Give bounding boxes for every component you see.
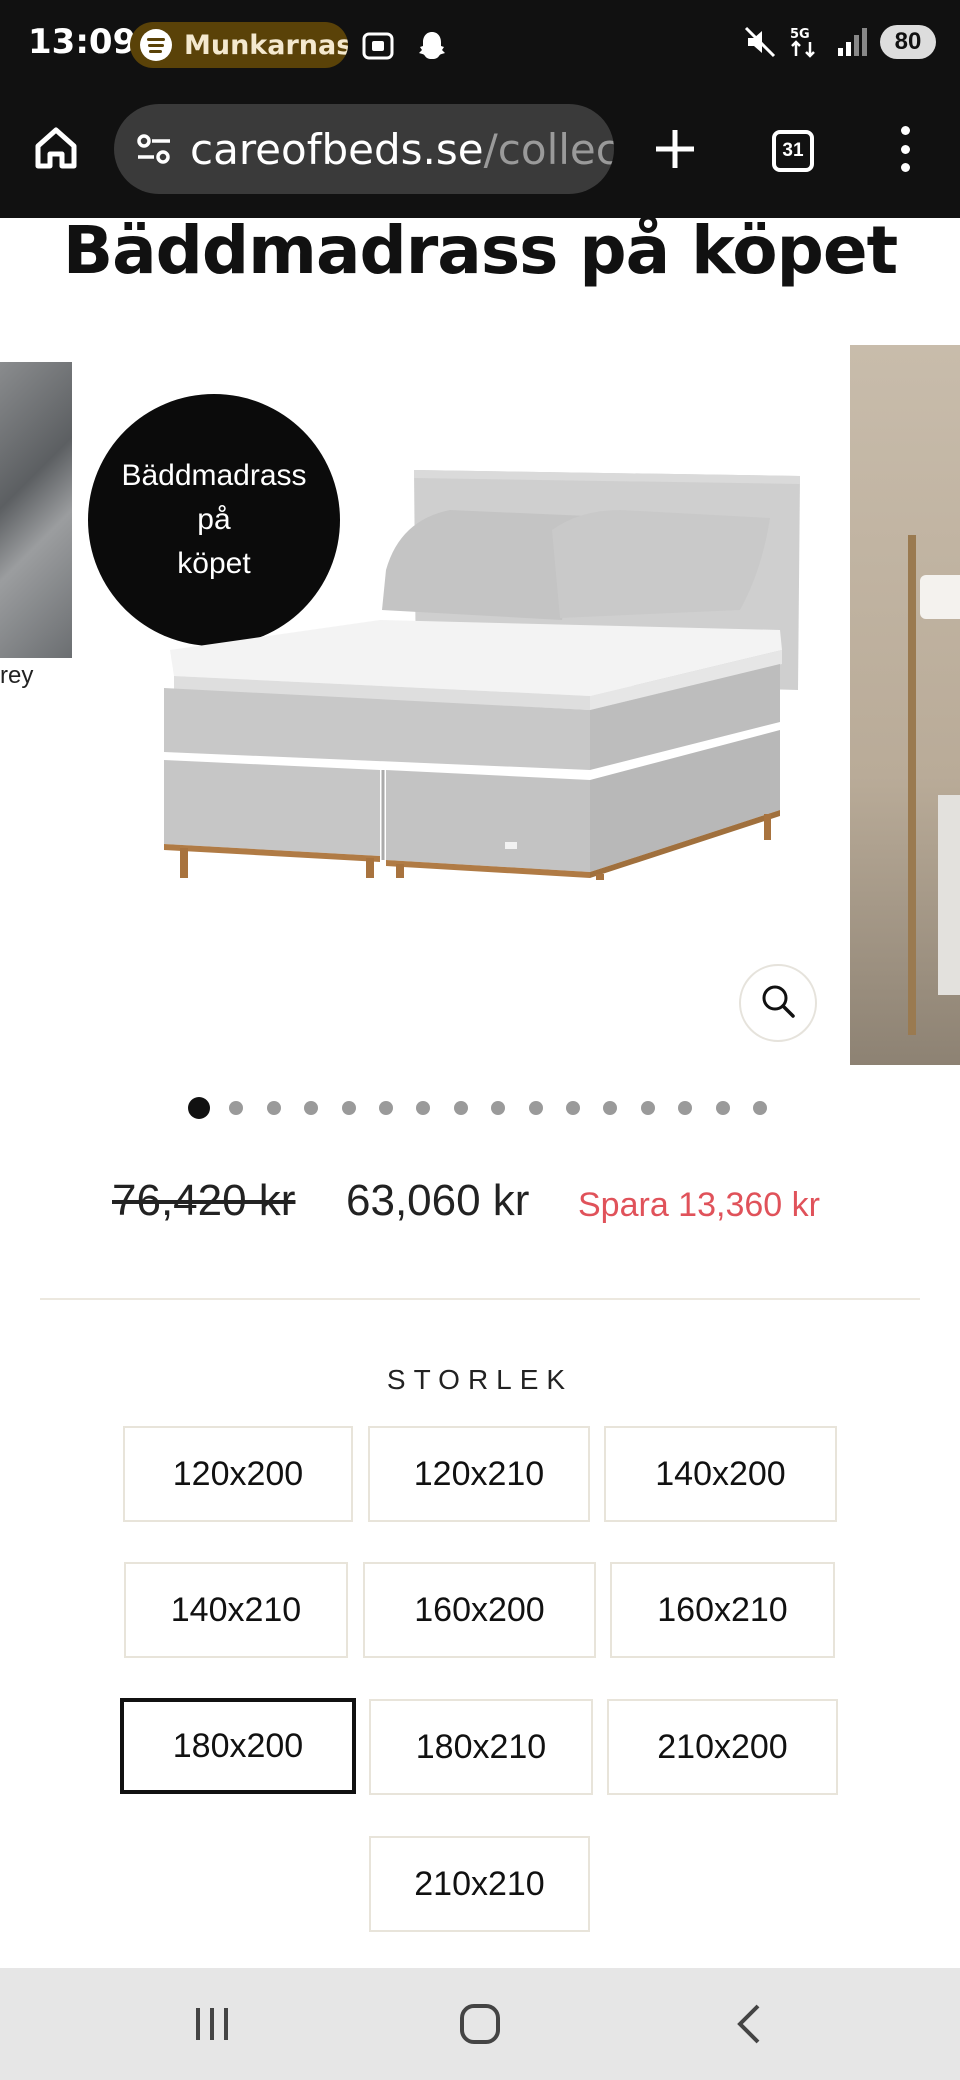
site-settings-icon[interactable] (134, 129, 174, 169)
size-option-120x210[interactable]: 120x210 (368, 1426, 590, 1522)
previous-slide-image[interactable] (0, 362, 72, 658)
pagination-dot[interactable] (491, 1101, 505, 1115)
size-option-120x200[interactable]: 120x200 (123, 1426, 353, 1522)
pagination-dot[interactable] (229, 1101, 243, 1115)
pagination-dot[interactable] (267, 1101, 281, 1115)
url-path: /collect (483, 124, 614, 174)
mute-icon (742, 24, 778, 60)
network-5g-icon: 5G (788, 24, 824, 60)
snapchat-icon (414, 28, 450, 64)
home-icon[interactable] (30, 122, 82, 174)
size-option-160x210[interactable]: 160x210 (610, 1562, 835, 1658)
status-bar: 13:09 Munkarnas 5G 80 (0, 0, 960, 92)
recent-apps-icon[interactable] (186, 1998, 238, 2050)
pagination-dot[interactable] (603, 1101, 617, 1115)
size-option-140x210[interactable]: 140x210 (124, 1562, 348, 1658)
address-bar[interactable]: careofbeds.se/collect (114, 104, 614, 194)
url-domain: careofbeds.se (190, 124, 484, 174)
url-text: careofbeds.se/collect (190, 125, 614, 174)
size-option-180x210[interactable]: 180x210 (369, 1699, 593, 1795)
size-selector-label: STORLEK (386, 1364, 574, 1395)
pagination-dot[interactable] (342, 1101, 356, 1115)
new-tab-icon[interactable] (652, 126, 698, 172)
pagination-dot[interactable] (716, 1101, 730, 1115)
previous-slide-caption: rey (0, 662, 34, 689)
svg-text:5G: 5G (790, 27, 810, 42)
pagination-dot[interactable] (641, 1101, 655, 1115)
size-option-210x210[interactable]: 210x210 (369, 1836, 590, 1932)
price-row: 76,420 kr 63,060 kr Spara 13,360 kr (0, 1176, 960, 1236)
back-icon[interactable] (724, 1998, 776, 2050)
size-option-160x200[interactable]: 160x200 (363, 1562, 596, 1658)
divider (40, 1298, 920, 1300)
pagination-dot-active[interactable] (188, 1097, 210, 1119)
zoom-button[interactable] (739, 964, 817, 1042)
size-option-180x200[interactable]: 180x200 (120, 1698, 356, 1794)
next-slide-image[interactable] (850, 345, 960, 1065)
product-bed-image[interactable] (150, 460, 810, 880)
search-icon (758, 981, 798, 1026)
original-price: 76,420 kr (112, 1176, 296, 1225)
spotify-track-label: Munkarnas (184, 29, 348, 61)
size-option-140x200[interactable]: 140x200 (604, 1426, 837, 1522)
size-option-210x200[interactable]: 210x200 (607, 1699, 838, 1795)
tab-switcher-button[interactable]: 31 (772, 130, 814, 172)
pagination-dot[interactable] (416, 1101, 430, 1115)
spotify-media-pill[interactable]: Munkarnas (130, 22, 348, 68)
pagination-dot[interactable] (753, 1101, 767, 1115)
pagination-dot[interactable] (304, 1101, 318, 1115)
savings-label: Spara 13,360 kr (578, 1186, 820, 1224)
pagination-dot[interactable] (678, 1101, 692, 1115)
browser-toolbar: careofbeds.se/collect 31 (0, 92, 960, 218)
page-title: Bäddmadrass på köpet (62, 212, 898, 289)
more-menu-icon[interactable] (890, 126, 920, 172)
carousel-pagination (0, 1095, 960, 1119)
spotify-icon (140, 29, 172, 61)
current-price: 63,060 kr (346, 1176, 530, 1225)
pagination-dot[interactable] (454, 1101, 468, 1115)
home-nav-icon[interactable] (454, 1998, 506, 2050)
pagination-dot[interactable] (566, 1101, 580, 1115)
pagination-dot[interactable] (529, 1101, 543, 1115)
system-navigation-bar (0, 1968, 960, 2080)
pagination-dot[interactable] (379, 1101, 393, 1115)
status-time: 13:09 (28, 22, 137, 62)
battery-indicator: 80 (880, 25, 936, 59)
product-image-carousel[interactable]: rey Bäddmadrass på köpet (0, 340, 960, 1070)
screenshot-icon (360, 28, 396, 64)
signal-icon (834, 24, 870, 60)
